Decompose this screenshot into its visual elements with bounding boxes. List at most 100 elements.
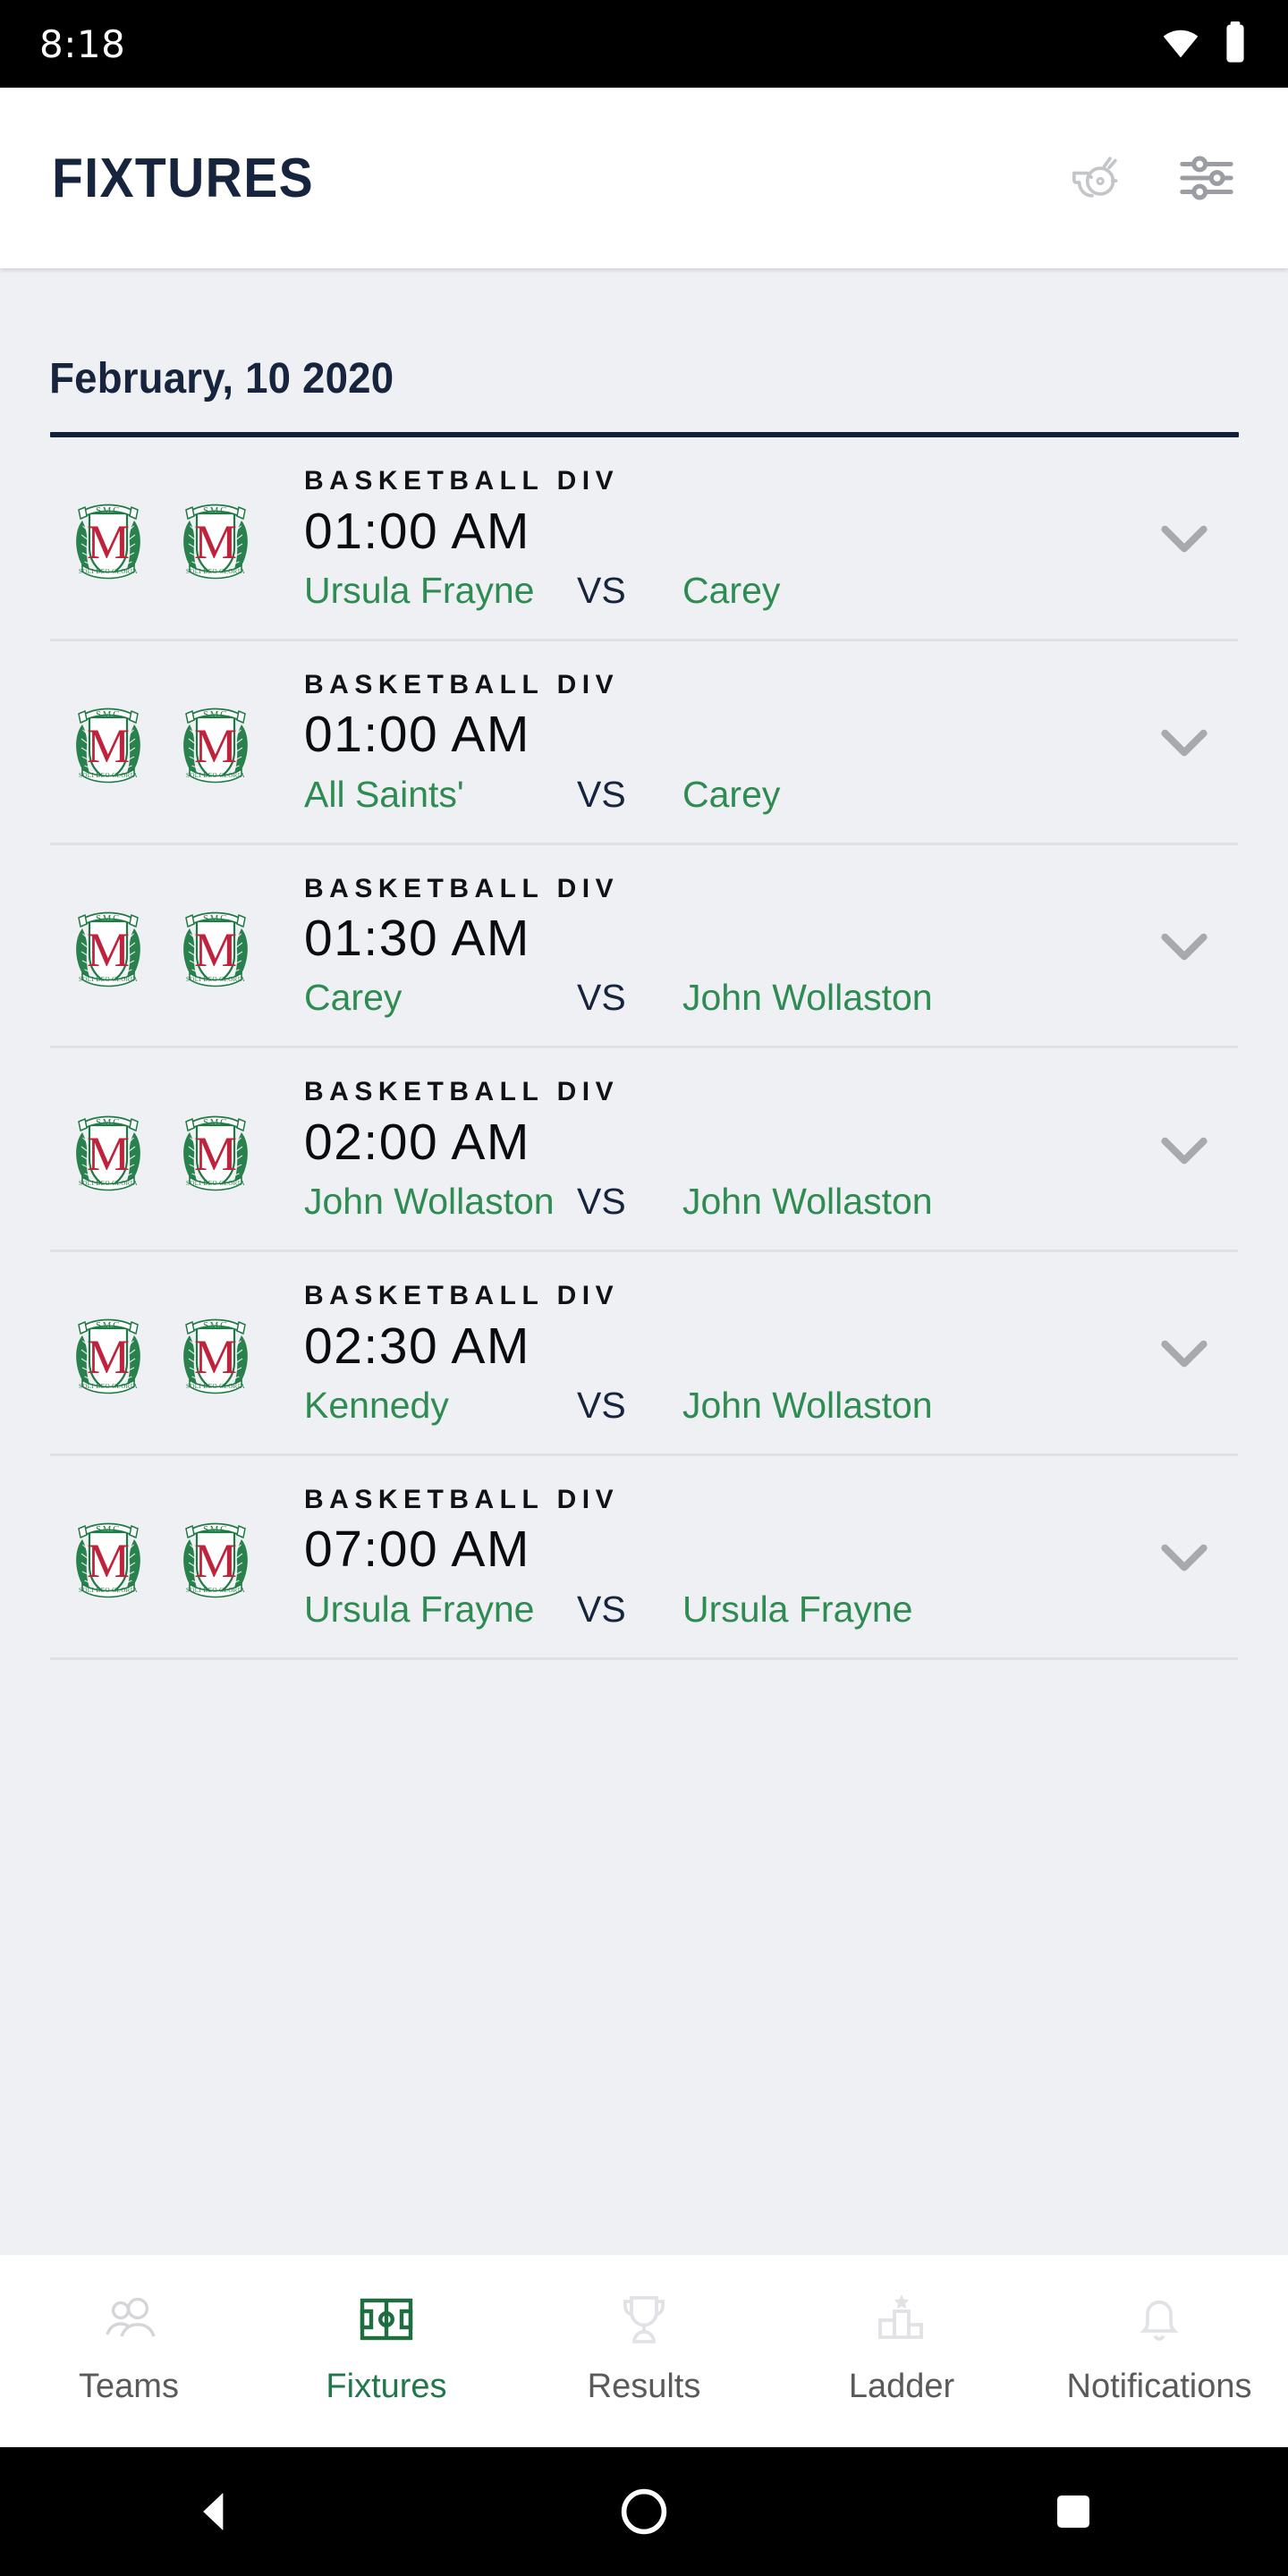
nav-item-teams[interactable]: Teams xyxy=(8,2287,250,2406)
away-team-crest-icon: SMC M SOLI DEO GLORIA xyxy=(183,1319,248,1394)
chevron-down-icon xyxy=(1161,1341,1208,1368)
recents-button[interactable] xyxy=(984,2490,1163,2533)
fixture-division: BASKETBALL DIV xyxy=(304,873,620,903)
pitch-icon xyxy=(356,2287,417,2351)
away-team-name: John Wollaston xyxy=(682,977,933,1019)
fixture-time: 01:00 AM xyxy=(304,706,530,764)
fixture-row[interactable]: SMC M SOLI DEO GLORIA SMC M SOLI DEO GLO… xyxy=(50,845,1238,1049)
bell-icon xyxy=(1129,2287,1190,2351)
fixture-division: BASKETBALL DIV xyxy=(304,669,620,699)
chevron-down-icon xyxy=(1161,933,1208,961)
home-team-name: Ursula Frayne xyxy=(304,1588,535,1630)
home-team-name: John Wollaston xyxy=(304,1181,555,1222)
expand-fixture-button[interactable] xyxy=(1131,1319,1238,1385)
away-team-crest-icon: SMC M SOLI DEO GLORIA xyxy=(183,708,248,784)
expand-fixture-button[interactable] xyxy=(1131,708,1238,775)
svg-text:M: M xyxy=(194,719,237,773)
status-time: 8:18 xyxy=(39,21,126,66)
fixture-division: BASKETBALL DIV xyxy=(304,466,620,496)
fixture-time: 02:00 AM xyxy=(304,1113,530,1171)
home-team-crest-icon: SMC M SOLI DEO GLORIA xyxy=(76,911,140,987)
whistle-icon[interactable] xyxy=(1063,143,1132,213)
fixture-time: 07:00 AM xyxy=(304,1521,530,1579)
fixture-division: BASKETBALL DIV xyxy=(304,1077,620,1107)
fixture-row[interactable]: SMC M SOLI DEO GLORIA SMC M SOLI DEO GLO… xyxy=(50,1252,1238,1456)
svg-text:SOLI DEO GLORIA: SOLI DEO GLORIA xyxy=(186,568,245,575)
phone-screen: 8:18 FIXTURES February, 10 2020 SMC M SO… xyxy=(0,0,1288,2576)
nav-item-ladder[interactable]: Ladder xyxy=(781,2287,1022,2406)
fixture-details: BASKETBALL DIV 01:00 AM Ursula Frayne VS Car… xyxy=(254,464,1131,612)
home-team-crest-icon: SMC M SOLI DEO GLORIA xyxy=(76,1115,140,1191)
fixture-teams: Ursula Frayne VS Carey xyxy=(304,570,1131,612)
android-nav-bar xyxy=(0,2447,1288,2576)
home-team-name: Kennedy xyxy=(304,1384,449,1426)
svg-text:M: M xyxy=(87,923,130,977)
away-team-name: Carey xyxy=(682,569,781,611)
expand-fixture-button[interactable] xyxy=(1131,1116,1238,1182)
nav-item-results[interactable]: Results xyxy=(523,2287,765,2406)
svg-text:M: M xyxy=(194,1534,237,1588)
nav-label: Fixtures xyxy=(326,2368,447,2405)
app-bar: FIXTURES xyxy=(0,88,1288,268)
svg-text:M: M xyxy=(87,515,130,569)
vs-label: VS xyxy=(577,1181,626,1222)
chevron-down-icon xyxy=(1161,526,1208,553)
status-icons xyxy=(1161,21,1247,67)
fixture-row[interactable]: SMC M SOLI DEO GLORIA SMC M SOLI DEO GLO… xyxy=(50,1048,1238,1252)
fixture-crests: SMC M SOLI DEO GLORIA SMC M SOLI DEO GLO… xyxy=(50,1104,254,1195)
fixture-teams: Ursula Frayne VS Ursula Frayne xyxy=(304,1589,1131,1631)
home-team-crest-icon: SMC M SOLI DEO GLORIA xyxy=(76,1522,140,1598)
svg-text:SOLI DEO GLORIA: SOLI DEO GLORIA xyxy=(79,1383,138,1390)
home-team-name: Ursula Frayne xyxy=(304,569,535,611)
svg-text:SOLI DEO GLORIA: SOLI DEO GLORIA xyxy=(79,976,138,983)
nav-item-fixtures[interactable]: Fixtures xyxy=(266,2287,507,2406)
fixture-row[interactable]: SMC M SOLI DEO GLORIA SMC M SOLI DEO GLO… xyxy=(50,1456,1238,1660)
trophy-icon xyxy=(614,2287,674,2351)
fixture-time: 02:30 AM xyxy=(304,1317,530,1375)
svg-text:M: M xyxy=(194,923,237,977)
fixture-teams: Carey VS John Wollaston xyxy=(304,977,1131,1019)
away-team-name: John Wollaston xyxy=(682,1181,933,1222)
fixture-crests: SMC M SOLI DEO GLORIA SMC M SOLI DEO GLO… xyxy=(50,696,254,787)
wifi-icon xyxy=(1161,22,1200,66)
away-team-crest-icon: SMC M SOLI DEO GLORIA xyxy=(183,504,248,580)
fixture-teams: Kennedy VS John Wollaston xyxy=(304,1385,1131,1427)
svg-text:M: M xyxy=(87,1534,130,1588)
away-team-crest-icon: SMC M SOLI DEO GLORIA xyxy=(183,1522,248,1598)
nav-label: Teams xyxy=(79,2368,179,2405)
status-bar: 8:18 xyxy=(0,0,1288,88)
nav-label: Ladder xyxy=(848,2368,955,2405)
back-button[interactable] xyxy=(125,2487,304,2537)
svg-text:M: M xyxy=(87,1330,130,1384)
home-team-crest-icon: SMC M SOLI DEO GLORIA xyxy=(76,504,140,580)
home-team-name: All Saints' xyxy=(304,773,464,815)
expand-fixture-button[interactable] xyxy=(1131,912,1238,979)
expand-fixture-button[interactable] xyxy=(1131,504,1238,571)
home-team-crest-icon: SMC M SOLI DEO GLORIA xyxy=(76,708,140,784)
nav-label: Results xyxy=(587,2368,701,2405)
fixture-details: BASKETBALL DIV 01:30 AM Carey VS John Wollas… xyxy=(254,872,1131,1020)
svg-text:SOLI DEO GLORIA: SOLI DEO GLORIA xyxy=(79,568,138,575)
fixture-crests: SMC M SOLI DEO GLORIA SMC M SOLI DEO GLO… xyxy=(50,492,254,583)
home-button[interactable] xyxy=(555,2487,733,2537)
nav-label: Notifications xyxy=(1066,2368,1252,2405)
expand-fixture-button[interactable] xyxy=(1131,1523,1238,1589)
svg-text:M: M xyxy=(194,1330,237,1384)
away-team-crest-icon: SMC M SOLI DEO GLORIA xyxy=(183,911,248,987)
battery-icon xyxy=(1224,21,1247,67)
fixture-details: BASKETBALL DIV 02:00 AM John Wollaston VS Jo… xyxy=(254,1075,1131,1223)
fixture-division: BASKETBALL DIV xyxy=(304,1281,620,1310)
fixture-row[interactable]: SMC M SOLI DEO GLORIA SMC M SOLI DEO GLO… xyxy=(50,641,1238,845)
bottom-navigation: Teams Fixtures Results Ladder Notificati… xyxy=(0,2254,1288,2447)
vs-label: VS xyxy=(577,773,626,815)
svg-text:SOLI DEO GLORIA: SOLI DEO GLORIA xyxy=(186,1587,245,1594)
nav-item-notifications[interactable]: Notifications xyxy=(1038,2287,1280,2406)
fixtures-list: SMC M SOLI DEO GLORIA SMC M SOLI DEO GLO… xyxy=(0,437,1288,1660)
chevron-down-icon xyxy=(1161,1137,1208,1164)
filter-icon[interactable] xyxy=(1172,143,1241,213)
page-title: FIXTURES xyxy=(52,147,315,209)
svg-text:M: M xyxy=(87,1127,130,1181)
svg-text:SOLI DEO GLORIA: SOLI DEO GLORIA xyxy=(79,772,138,779)
fixture-row[interactable]: SMC M SOLI DEO GLORIA SMC M SOLI DEO GLO… xyxy=(50,437,1238,641)
vs-label: VS xyxy=(577,1384,626,1426)
